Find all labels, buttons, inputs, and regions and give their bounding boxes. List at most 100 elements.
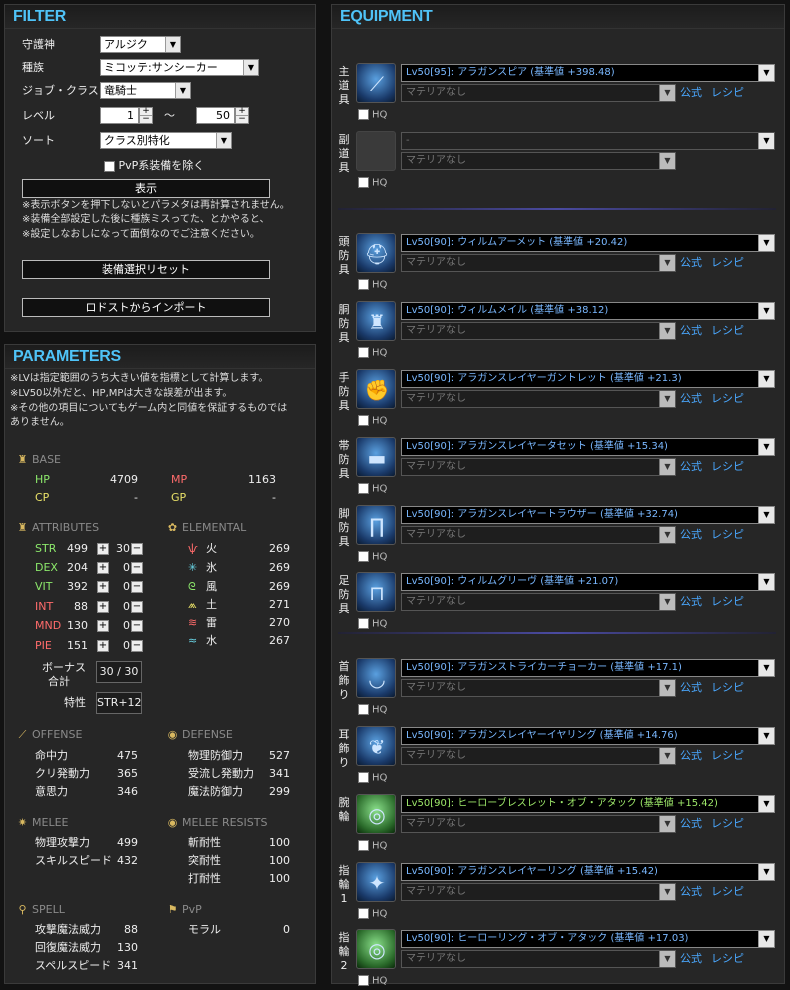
materia-select[interactable]: マテリアなし ▼ — [401, 152, 676, 170]
item-select[interactable]: Lv50[95]: アラガンスピア (基準値 +398.48) ▼ — [401, 64, 775, 82]
item-select[interactable]: Lv50[90]: アラガンスレイヤーガントレット (基準値 +21.3) ▼ — [401, 370, 775, 388]
spear-icon[interactable]: ⟋ — [356, 63, 396, 103]
recipe-link[interactable]: レシピ — [711, 256, 744, 270]
hq-option[interactable]: HQ — [358, 908, 387, 921]
materia-select[interactable]: マテリアなし ▼ — [401, 390, 676, 408]
recipe-link[interactable]: レシピ — [711, 460, 744, 474]
hq-option[interactable]: HQ — [358, 483, 387, 496]
hq-checkbox[interactable] — [358, 177, 369, 188]
armor-icon[interactable]: ♜ — [356, 301, 396, 341]
materia-select[interactable]: マテリアなし ▼ — [401, 883, 676, 901]
level-min-stepper[interactable]: + − — [139, 107, 153, 124]
level-min-input[interactable]: 1 — [100, 107, 139, 124]
item-select[interactable]: Lv50[90]: アラガンスレイヤーイヤリング (基準値 +14.76) ▼ — [401, 727, 775, 745]
job-select[interactable]: 竜騎士 ▼ — [100, 82, 191, 99]
recipe-link[interactable]: レシピ — [711, 528, 744, 542]
item-select[interactable]: Lv50[90]: ヒーローブレスレット・オブ・アタック (基準値 +15.42… — [401, 795, 775, 813]
hq-checkbox[interactable] — [358, 347, 369, 358]
materia-select[interactable]: マテリアなし ▼ — [401, 950, 676, 968]
official-link[interactable]: 公式 — [680, 595, 702, 609]
item-select[interactable]: Lv50[90]: アラガンストライカーチョーカー (基準値 +17.1) ▼ — [401, 659, 775, 677]
materia-select[interactable]: マテリアなし ▼ — [401, 254, 676, 272]
belt-icon[interactable]: ▬ — [356, 437, 396, 477]
recipe-link[interactable]: レシピ — [711, 885, 744, 899]
attr-int-minus-button[interactable]: − — [131, 601, 143, 613]
official-link[interactable]: 公式 — [680, 817, 702, 831]
official-link[interactable]: 公式 — [680, 86, 702, 100]
level-max-input[interactable]: 50 — [196, 107, 235, 124]
recipe-link[interactable]: レシピ — [711, 952, 744, 966]
ring-green-icon[interactable]: ◎ — [356, 929, 396, 969]
attr-vit-plus-button[interactable]: + — [97, 581, 109, 593]
materia-select[interactable]: マテリアなし ▼ — [401, 526, 676, 544]
hq-option[interactable]: HQ — [358, 975, 387, 988]
ring-icon[interactable]: ✦ — [356, 862, 396, 902]
materia-select[interactable]: マテリアなし ▼ — [401, 747, 676, 765]
attr-int-plus-button[interactable]: + — [97, 601, 109, 613]
hq-checkbox[interactable] — [358, 483, 369, 494]
empty-slot-icon[interactable] — [356, 131, 396, 171]
earring-icon[interactable]: ❦ — [356, 726, 396, 766]
official-link[interactable]: 公式 — [680, 885, 702, 899]
item-select[interactable]: Lv50[90]: ウィルムメイル (基準値 +38.12) ▼ — [401, 302, 775, 320]
official-link[interactable]: 公式 — [680, 528, 702, 542]
recipe-link[interactable]: レシピ — [711, 681, 744, 695]
pvp-exclude-checkbox[interactable] — [104, 160, 115, 172]
recipe-link[interactable]: レシピ — [711, 392, 744, 406]
reset-equipment-button[interactable]: 装備選択リセット — [22, 260, 270, 279]
item-select[interactable]: Lv50[90]: アラガンスレイヤーリング (基準値 +15.42) ▼ — [401, 863, 775, 881]
level-max-stepper[interactable]: + − — [235, 107, 249, 124]
hq-checkbox[interactable] — [358, 975, 369, 986]
boots-icon[interactable]: ⊓ — [356, 572, 396, 612]
hq-option[interactable]: HQ — [358, 840, 387, 853]
bracelet-icon[interactable]: ◎ — [356, 794, 396, 834]
official-link[interactable]: 公式 — [680, 460, 702, 474]
item-select[interactable]: Lv50[90]: ヒーローリング・オブ・アタック (基準値 +17.03) ▼ — [401, 930, 775, 948]
hq-option[interactable]: HQ — [358, 347, 387, 360]
attr-str-minus-button[interactable]: − — [131, 543, 143, 555]
attr-vit-minus-button[interactable]: − — [131, 581, 143, 593]
attr-pie-plus-button[interactable]: + — [97, 640, 109, 652]
hq-option[interactable]: HQ — [358, 279, 387, 292]
hq-option[interactable]: HQ — [358, 772, 387, 785]
legs-icon[interactable]: ∏ — [356, 505, 396, 545]
official-link[interactable]: 公式 — [680, 256, 702, 270]
hq-option[interactable]: HQ — [358, 551, 387, 564]
materia-select[interactable]: マテリアなし ▼ — [401, 593, 676, 611]
recipe-link[interactable]: レシピ — [711, 324, 744, 338]
hq-checkbox[interactable] — [358, 772, 369, 783]
official-link[interactable]: 公式 — [680, 681, 702, 695]
materia-select[interactable]: マテリアなし ▼ — [401, 679, 676, 697]
recipe-link[interactable]: レシピ — [711, 817, 744, 831]
hq-checkbox[interactable] — [358, 551, 369, 562]
official-link[interactable]: 公式 — [680, 952, 702, 966]
item-select[interactable]: Lv50[90]: ウィルムアーメット (基準値 +20.42) ▼ — [401, 234, 775, 252]
recipe-link[interactable]: レシピ — [711, 595, 744, 609]
materia-select[interactable]: マテリアなし ▼ — [401, 458, 676, 476]
official-link[interactable]: 公式 — [680, 392, 702, 406]
lodestone-import-button[interactable]: ロドストからインポート — [22, 298, 270, 317]
official-link[interactable]: 公式 — [680, 749, 702, 763]
materia-select[interactable]: マテリアなし ▼ — [401, 815, 676, 833]
hq-checkbox[interactable] — [358, 840, 369, 851]
attr-dex-plus-button[interactable]: + — [97, 562, 109, 574]
attr-dex-minus-button[interactable]: − — [131, 562, 143, 574]
gauntlet-icon[interactable]: ✊ — [356, 369, 396, 409]
recipe-link[interactable]: レシピ — [711, 86, 744, 100]
attr-mnd-minus-button[interactable]: − — [131, 620, 143, 632]
hq-checkbox[interactable] — [358, 109, 369, 120]
official-link[interactable]: 公式 — [680, 324, 702, 338]
hq-checkbox[interactable] — [358, 618, 369, 629]
choker-icon[interactable]: ◡ — [356, 658, 396, 698]
guardian-select[interactable]: アルジク ▼ — [100, 36, 181, 53]
attr-pie-minus-button[interactable]: − — [131, 640, 143, 652]
attr-str-plus-button[interactable]: + — [97, 543, 109, 555]
hq-option[interactable]: HQ — [358, 704, 387, 717]
hq-option[interactable]: HQ — [358, 618, 387, 631]
hq-option[interactable]: HQ — [358, 109, 387, 122]
show-button[interactable]: 表示 — [22, 179, 270, 198]
helmet-icon[interactable]: ⛑ — [356, 233, 396, 273]
race-select[interactable]: ミコッテ:サンシーカー ▼ — [100, 59, 259, 76]
sort-select[interactable]: クラス別特化 ▼ — [100, 132, 232, 149]
attr-mnd-plus-button[interactable]: + — [97, 620, 109, 632]
